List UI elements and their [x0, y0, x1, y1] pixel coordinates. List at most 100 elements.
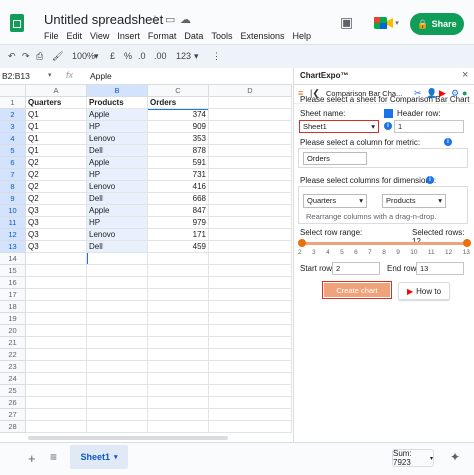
- table-cell[interactable]: [148, 301, 209, 313]
- table-cell[interactable]: Quarters: [26, 97, 87, 109]
- table-cell[interactable]: [26, 277, 87, 289]
- table-cell[interactable]: [87, 313, 148, 325]
- table-cell[interactable]: [209, 181, 292, 193]
- table-cell[interactable]: Q2: [26, 181, 87, 193]
- comment-icon[interactable]: ▣: [340, 14, 353, 31]
- row-header[interactable]: 13: [0, 241, 26, 253]
- table-cell[interactable]: [148, 325, 209, 337]
- move-folder-icon[interactable]: ▭: [165, 13, 175, 26]
- table-cell[interactable]: [209, 397, 292, 409]
- table-cell[interactable]: [87, 253, 148, 265]
- table-cell[interactable]: Q1: [26, 145, 87, 157]
- undo-icon[interactable]: ↶: [8, 51, 16, 62]
- dimension-chip-products[interactable]: Products ▾: [382, 194, 446, 208]
- menu-insert[interactable]: Insert: [117, 31, 140, 41]
- row-header[interactable]: 17: [0, 289, 26, 301]
- menu-format[interactable]: Format: [148, 31, 177, 41]
- document-title[interactable]: Untitled spreadsheet: [44, 12, 163, 27]
- table-cell[interactable]: [209, 277, 292, 289]
- table-cell[interactable]: Q3: [26, 241, 87, 253]
- chevron-down-icon[interactable]: ▾: [94, 51, 99, 62]
- column-header-c[interactable]: C: [148, 85, 209, 97]
- table-cell[interactable]: [209, 205, 292, 217]
- table-cell[interactable]: [148, 409, 209, 421]
- share-button[interactable]: 🔒 Share: [410, 13, 464, 35]
- table-cell[interactable]: Q2: [26, 169, 87, 181]
- decrease-decimal-button[interactable]: .0: [138, 51, 146, 61]
- table-cell[interactable]: [209, 109, 292, 121]
- table-cell[interactable]: [87, 397, 148, 409]
- row-header[interactable]: 21: [0, 337, 26, 349]
- menu-edit[interactable]: Edit: [67, 31, 83, 41]
- formula-input[interactable]: Apple: [90, 71, 112, 81]
- percent-format-button[interactable]: %: [124, 51, 132, 61]
- table-cell[interactable]: HP: [87, 217, 148, 229]
- table-cell[interactable]: Q1: [26, 121, 87, 133]
- sheets-logo-icon[interactable]: [10, 14, 24, 32]
- table-cell[interactable]: [148, 373, 209, 385]
- table-cell[interactable]: [209, 409, 292, 421]
- row-header[interactable]: 6: [0, 157, 26, 169]
- table-cell[interactable]: [26, 421, 87, 433]
- table-cell[interactable]: Q3: [26, 205, 87, 217]
- table-cell[interactable]: [148, 265, 209, 277]
- spreadsheet-grid[interactable]: A B C D 1 Quarters Products Orders 2 Q1 Apple 3…: [0, 85, 292, 442]
- row-header[interactable]: 9: [0, 193, 26, 205]
- table-cell[interactable]: 668: [148, 193, 209, 205]
- table-cell[interactable]: Q1: [26, 109, 87, 121]
- row-header[interactable]: 5: [0, 145, 26, 157]
- table-cell[interactable]: 374: [148, 109, 209, 121]
- table-cell[interactable]: [87, 265, 148, 277]
- row-header[interactable]: 2: [0, 109, 26, 121]
- info-icon[interactable]: i: [426, 176, 434, 184]
- table-cell[interactable]: 416: [148, 181, 209, 193]
- chevron-down-icon[interactable]: ▾: [194, 51, 199, 62]
- table-cell[interactable]: [26, 325, 87, 337]
- table-cell[interactable]: Q3: [26, 217, 87, 229]
- table-cell[interactable]: HP: [87, 121, 148, 133]
- metric-chip[interactable]: Orders: [303, 152, 367, 165]
- table-cell[interactable]: 353: [148, 133, 209, 145]
- row-header[interactable]: 22: [0, 349, 26, 361]
- paint-format-icon[interactable]: 🖌: [52, 51, 63, 62]
- row-header[interactable]: 20: [0, 325, 26, 337]
- row-header[interactable]: 23: [0, 361, 26, 373]
- row-header[interactable]: 1: [0, 97, 26, 109]
- table-cell[interactable]: 909: [148, 121, 209, 133]
- info-icon[interactable]: i: [444, 138, 452, 146]
- table-cell[interactable]: [209, 325, 292, 337]
- table-cell[interactable]: [26, 289, 87, 301]
- row-header[interactable]: 3: [0, 121, 26, 133]
- menu-data[interactable]: Data: [184, 31, 203, 41]
- column-header-d[interactable]: D: [209, 85, 292, 97]
- table-cell[interactable]: [87, 373, 148, 385]
- number-format-button[interactable]: 123: [176, 51, 191, 61]
- table-cell[interactable]: Apple: [87, 157, 148, 169]
- table-cell[interactable]: 878: [148, 145, 209, 157]
- table-cell[interactable]: [26, 361, 87, 373]
- header-row-input[interactable]: 1: [394, 120, 464, 133]
- table-cell[interactable]: 731: [148, 169, 209, 181]
- table-cell[interactable]: [87, 325, 148, 337]
- table-cell[interactable]: [148, 337, 209, 349]
- table-cell[interactable]: 847: [148, 205, 209, 217]
- table-cell[interactable]: 459: [148, 241, 209, 253]
- table-cell[interactable]: [209, 157, 292, 169]
- row-header[interactable]: 4: [0, 133, 26, 145]
- table-cell[interactable]: [209, 241, 292, 253]
- table-cell[interactable]: [87, 301, 148, 313]
- table-cell[interactable]: [87, 385, 148, 397]
- table-cell[interactable]: [209, 361, 292, 373]
- row-header[interactable]: 27: [0, 409, 26, 421]
- table-cell[interactable]: [26, 373, 87, 385]
- row-header[interactable]: 15: [0, 265, 26, 277]
- all-sheets-icon[interactable]: ≡: [50, 450, 57, 464]
- table-cell[interactable]: [209, 349, 292, 361]
- redo-icon[interactable]: ↷: [22, 51, 30, 62]
- menu-help[interactable]: Help: [292, 31, 311, 41]
- table-cell[interactable]: [26, 265, 87, 277]
- table-cell[interactable]: [148, 421, 209, 433]
- explore-icon[interactable]: ✦: [450, 450, 460, 464]
- table-cell[interactable]: [87, 289, 148, 301]
- close-icon[interactable]: ×: [462, 69, 468, 81]
